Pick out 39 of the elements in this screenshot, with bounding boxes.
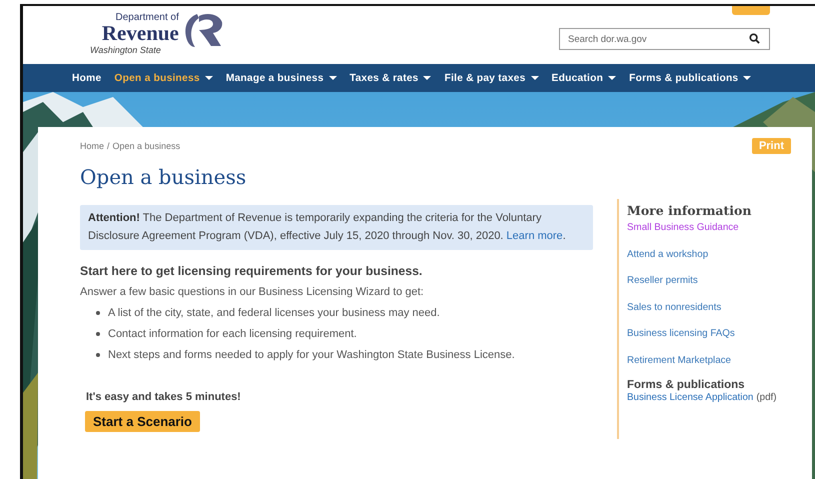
bullet-icon: [96, 310, 100, 314]
search-field[interactable]: Search dor.wa.gov: [559, 28, 770, 50]
sidebar-link[interactable]: Reseller permits: [627, 275, 698, 302]
alert-text: Attention! The Department of Revenue is temporarily expanding the criteria for the Voluntary Disclosure Agreement Program (VDA), effective July 15, 2020 through Nov. 30, 2020. Learn more.: [88, 211, 567, 244]
intro-text: Answer a few basic questions in our Business Licensing Wizard to get:: [80, 285, 424, 299]
sidebar-link[interactable]: Retirement Marketplace: [627, 354, 731, 381]
logo-subtitle: Washington State: [90, 44, 162, 57]
bullet-icon: [96, 352, 100, 356]
breadcrumb-link[interactable]: Home: [80, 141, 104, 151]
nav-item[interactable]: Open a business: [114, 72, 213, 84]
cta-note: It's easy and takes 5 minutes!: [86, 391, 241, 403]
start-scenario-button[interactable]: Start a Scenario: [85, 411, 200, 432]
sidebar-link[interactable]: Business licensing FAQs: [627, 328, 735, 354]
sidebar-subheading: Forms & publications: [627, 379, 745, 391]
sidebar-heading: More information: [627, 203, 752, 218]
learn-more-link[interactable]: Learn more: [506, 230, 563, 242]
sidebar-link[interactable]: Sales to nonresidents: [627, 302, 722, 328]
sidebar-link[interactable]: Small Business Guidance: [627, 222, 739, 248]
file-type-label: (pdf): [756, 392, 777, 403]
breadcrumb-separator: /: [107, 141, 110, 151]
page-title: Open a business: [80, 164, 248, 191]
swoosh-icon: [182, 12, 223, 48]
nav-item[interactable]: Manage a business: [226, 72, 337, 84]
list-item-text: Contact information for each licensing requirement.: [108, 328, 357, 340]
nav-item[interactable]: Home: [72, 72, 102, 84]
breadcrumb-link[interactable]: Open a business: [112, 141, 180, 151]
bullet-icon: [96, 332, 100, 336]
form-link[interactable]: Business License Application: [627, 392, 754, 403]
nav-item[interactable]: Education: [552, 72, 616, 84]
sidebar-link[interactable]: Attend a workshop: [627, 248, 708, 275]
list-item-text: Next steps and forms needed to apply for your Washington State Business License.: [108, 348, 515, 360]
nav-item[interactable]: Forms & publications: [629, 72, 752, 84]
search-icon[interactable]: [749, 33, 760, 44]
nav-item[interactable]: Taxes & rates: [350, 72, 432, 84]
nav-item[interactable]: File & pay taxes: [444, 72, 539, 84]
section-heading: Start here to get licensing requirements for your business.: [80, 263, 422, 279]
list-item-text: A list of the city, state, and federal licenses your business may need.: [108, 306, 440, 318]
logo-text: Department of: [116, 12, 179, 23]
logo-title: Revenue: [102, 23, 179, 43]
